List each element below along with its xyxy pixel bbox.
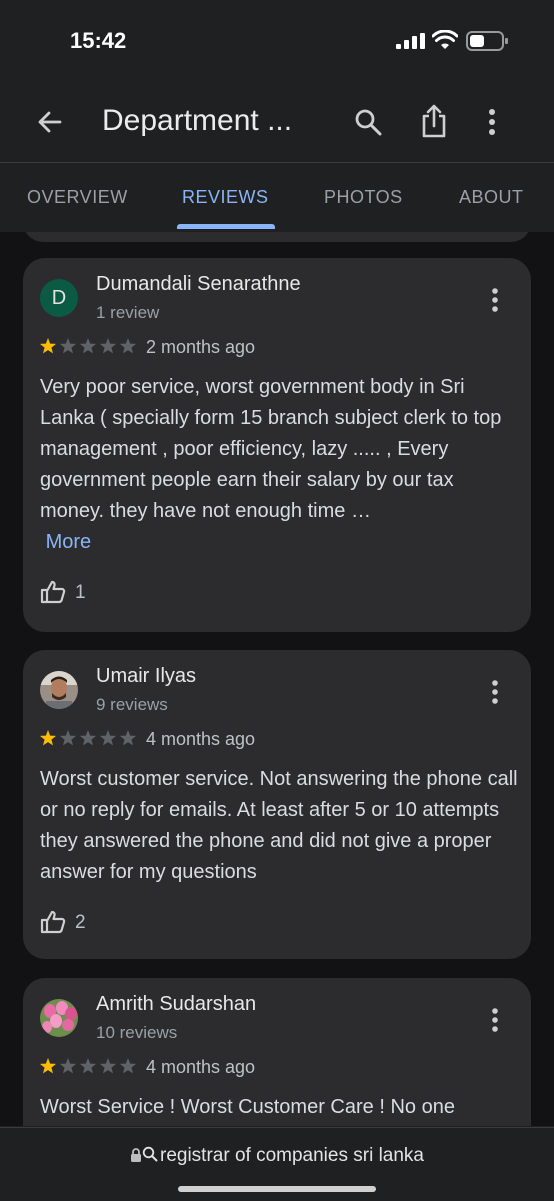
star-empty-icon <box>59 730 77 746</box>
star-rating <box>39 1058 137 1074</box>
tab-photos[interactable]: PHOTOS <box>324 187 403 208</box>
star-empty-icon <box>119 338 137 354</box>
star-empty-icon <box>79 1058 97 1074</box>
search-icon[interactable] <box>354 108 382 136</box>
star-empty-icon <box>59 338 77 354</box>
profile-photo-icon <box>40 999 78 1037</box>
status-bar: 15:42 <box>0 0 554 84</box>
star-empty-icon <box>79 338 97 354</box>
tab-overview[interactable]: OVERVIEW <box>27 187 128 208</box>
reviewer-name[interactable]: Amrith Sudarshan <box>96 993 256 1016</box>
review-date: 4 months ago <box>146 729 256 749</box>
star-empty-icon <box>79 730 97 746</box>
tab-reviews[interactable]: REVIEWS <box>182 187 269 208</box>
app-bar: Department ... <box>0 84 554 163</box>
review-date: 2 months ago <box>146 337 256 357</box>
more-vert-icon[interactable] <box>488 108 496 136</box>
star-empty-icon <box>99 730 117 746</box>
tab-about[interactable]: ABOUT <box>459 187 524 208</box>
active-tab-indicator <box>177 224 275 229</box>
review-count: 9 reviews <box>96 695 168 714</box>
previous-review-card <box>23 232 531 242</box>
star-empty-icon <box>119 1058 137 1074</box>
star-empty-icon <box>59 1058 77 1074</box>
review-count: 1 review <box>96 303 160 322</box>
like-count: 2 <box>75 912 86 933</box>
search-icon <box>142 1146 158 1162</box>
review-card: Amrith Sudarshan 10 reviews 4 months ago… <box>23 978 531 1126</box>
star-rating <box>39 730 137 746</box>
avatar[interactable]: D <box>40 279 78 317</box>
reviewer-name[interactable]: Umair Ilyas <box>96 665 196 688</box>
star-empty-icon <box>99 338 117 354</box>
review-count: 10 reviews <box>96 1023 178 1042</box>
home-indicator[interactable] <box>178 1186 376 1192</box>
star-filled-icon <box>39 730 57 746</box>
tab-bar: OVERVIEW REVIEWS PHOTOS ABOUT <box>0 163 554 231</box>
review-text: Worst customer service. Not answering th… <box>40 768 518 883</box>
reviews-list[interactable]: D Dumandali Senarathne 1 review 2 months… <box>0 232 554 1126</box>
url-text: registrar of companies sri lanka <box>160 1145 424 1166</box>
url-display[interactable]: registrar of companies sri lanka <box>0 1145 554 1167</box>
star-rating <box>39 338 137 354</box>
more-vert-icon[interactable] <box>491 288 499 312</box>
star-empty-icon <box>99 1058 117 1074</box>
thumbs-up-icon[interactable] <box>40 580 66 604</box>
back-arrow-icon[interactable] <box>36 108 64 136</box>
lock-icon <box>131 1148 141 1162</box>
star-filled-icon <box>39 1058 57 1074</box>
avatar[interactable] <box>40 999 78 1037</box>
review-text: Worst Service ! Worst Customer Care ! No… <box>40 1096 455 1118</box>
status-time: 15:42 <box>70 28 127 53</box>
star-filled-icon <box>39 338 57 354</box>
review-card: D Dumandali Senarathne 1 review 2 months… <box>23 258 531 632</box>
cellular-signal-icon <box>396 33 425 49</box>
more-vert-icon[interactable] <box>491 1008 499 1032</box>
share-icon[interactable] <box>420 104 448 138</box>
review-card: Umair Ilyas 9 reviews 4 months ago Worst… <box>23 650 531 959</box>
thumbs-up-icon[interactable] <box>40 910 66 934</box>
more-vert-icon[interactable] <box>491 680 499 704</box>
page-title: Department ... <box>102 104 293 137</box>
profile-photo-icon <box>40 671 78 709</box>
battery-icon <box>466 31 508 51</box>
star-empty-icon <box>119 730 137 746</box>
review-date: 4 months ago <box>146 1057 256 1077</box>
more-link[interactable]: More <box>46 531 92 553</box>
avatar[interactable] <box>40 671 78 709</box>
like-count: 1 <box>75 582 86 603</box>
wifi-icon <box>432 30 458 49</box>
reviewer-name[interactable]: Dumandali Senarathne <box>96 273 301 296</box>
review-text: Very poor service, worst government body… <box>40 372 518 558</box>
review-body: Very poor service, worst government body… <box>40 376 502 522</box>
